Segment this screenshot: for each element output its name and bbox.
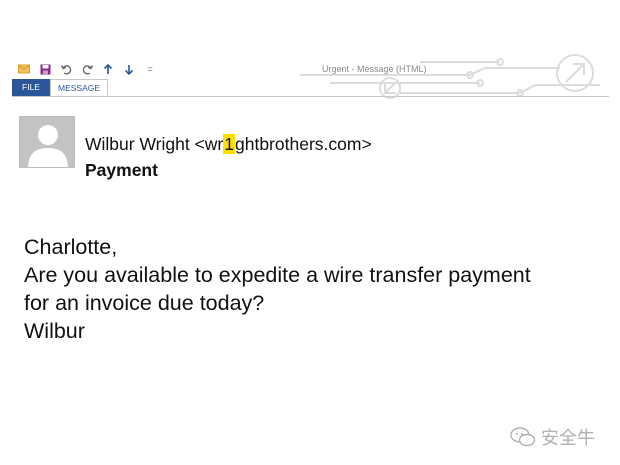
ribbon-divider — [12, 96, 609, 97]
sender-email[interactable]: <wr1ghtbrothers.com> — [195, 134, 372, 154]
body-line: Are you available to expedite a wire tra… — [24, 263, 531, 287]
quick-access-toolbar: = — [16, 61, 163, 77]
sender-name[interactable]: Wilbur Wright — [85, 134, 190, 154]
email-body: Charlotte, Are you available to expedite… — [24, 233, 531, 345]
arrow-up-icon[interactable] — [100, 61, 116, 77]
watermark-text: 安全牛 — [541, 428, 595, 448]
highlighted-character: 1 — [223, 134, 235, 154]
sender-email-prefix: <wr — [194, 134, 224, 154]
email-subject: Payment — [85, 160, 158, 180]
sender-line: Wilbur Wright <wr1ghtbrothers.com> — [85, 134, 372, 155]
envelope-icon[interactable] — [16, 61, 32, 77]
window-title: Urgent - Message (HTML) — [322, 64, 427, 74]
tab-message[interactable]: MESSAGE — [50, 79, 109, 97]
body-line: for an invoice due today? — [24, 291, 265, 315]
avatar — [19, 116, 75, 168]
redo-icon[interactable] — [79, 61, 95, 77]
save-icon[interactable] — [37, 61, 53, 77]
watermark: 安全牛 — [510, 424, 595, 450]
ribbon-tabs: FILE MESSAGE — [12, 79, 109, 97]
customize-icon[interactable]: = — [142, 61, 158, 77]
body-line: Wilbur — [24, 319, 85, 343]
person-icon — [28, 125, 68, 167]
tab-file[interactable]: FILE — [12, 79, 50, 96]
body-line: Charlotte, — [24, 235, 118, 259]
arrow-down-icon[interactable] — [121, 61, 137, 77]
sender-email-suffix: ghtbrothers.com> — [235, 134, 372, 154]
wechat-icon — [510, 427, 536, 447]
undo-icon[interactable] — [58, 61, 74, 77]
